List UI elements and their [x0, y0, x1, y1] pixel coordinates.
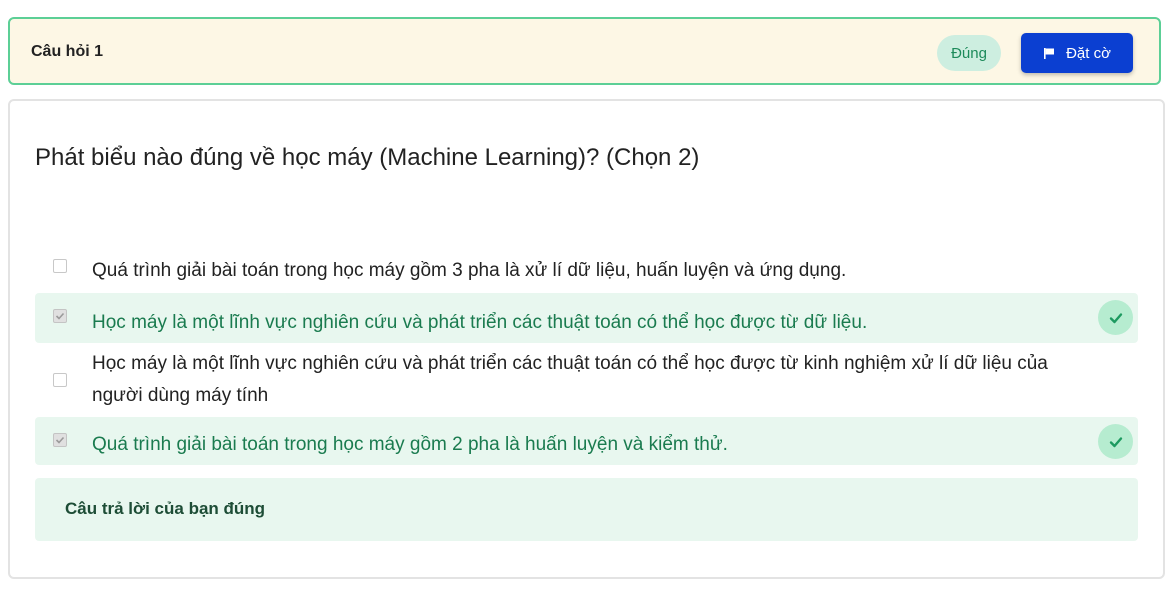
answer-option[interactable]: Quá trình giải bài toán trong học máy gồ… [35, 417, 1138, 465]
flag-icon [1043, 47, 1055, 59]
status-badge: Đúng [937, 35, 1001, 71]
correct-check-icon [1098, 300, 1133, 335]
answer-option[interactable]: Học máy là một lĩnh vực nghiên cứu và ph… [35, 345, 1138, 413]
answer-checkbox[interactable] [53, 259, 67, 273]
answer-checkbox-checked[interactable] [53, 309, 67, 323]
flag-button[interactable]: Đặt cờ [1021, 33, 1133, 73]
answer-option[interactable]: Học máy là một lĩnh vực nghiên cứu và ph… [35, 293, 1138, 343]
correct-check-icon [1098, 424, 1133, 459]
question-card: Phát biểu nào đúng về học máy (Machine L… [8, 99, 1165, 579]
answer-feedback: Câu trả lời của bạn đúng [35, 478, 1138, 541]
answer-option-text-line1: Học máy là một lĩnh vực nghiên cứu và ph… [92, 353, 1048, 374]
answer-checkbox-checked[interactable] [53, 433, 67, 447]
question-number-title: Câu hỏi 1 [31, 43, 104, 60]
flag-button-label: Đặt cờ [1066, 44, 1111, 62]
answer-option[interactable]: Quá trình giải bài toán trong học máy gồ… [35, 253, 1138, 289]
feedback-text: Câu trả lời của bạn đúng [65, 499, 266, 518]
answer-option-text-line2: người dùng máy tính [92, 385, 269, 406]
answer-option-text: Quá trình giải bài toán trong học máy gồ… [92, 434, 728, 455]
question-text: Phát biểu nào đúng về học máy (Machine L… [35, 144, 700, 171]
answer-option-text: Quá trình giải bài toán trong học máy gồ… [92, 260, 847, 281]
answer-checkbox[interactable] [53, 373, 67, 387]
question-header: Câu hỏi 1 Đúng Đặt cờ [8, 17, 1161, 85]
answer-option-text: Học máy là một lĩnh vực nghiên cứu và ph… [92, 312, 868, 333]
